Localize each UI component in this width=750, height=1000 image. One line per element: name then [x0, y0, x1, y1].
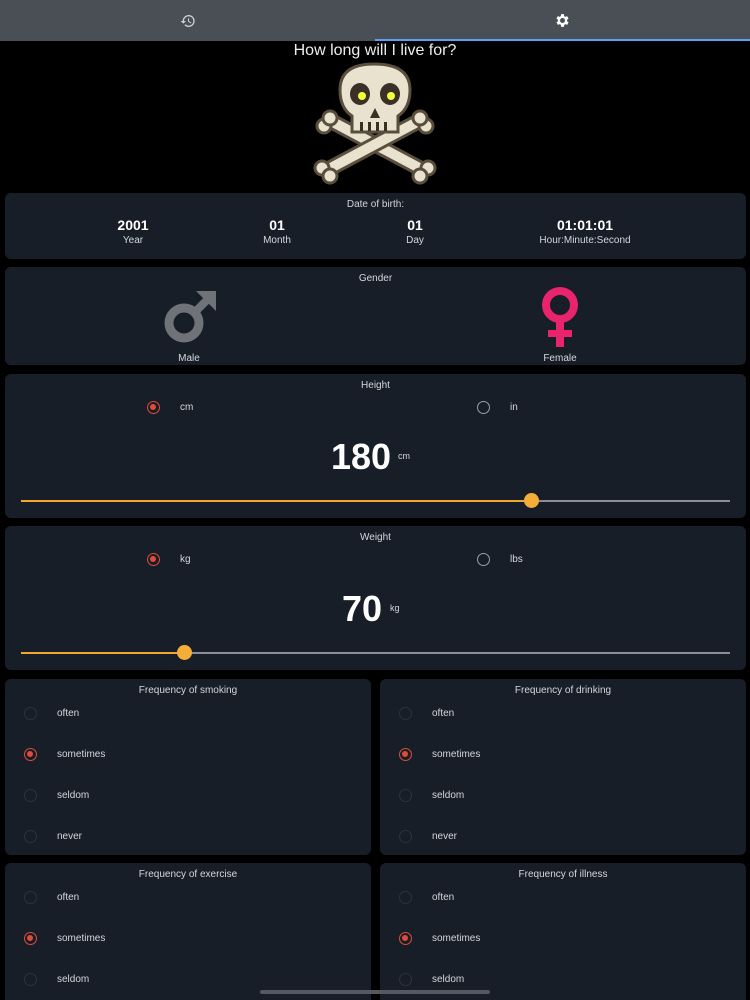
- weight-value: 70: [342, 588, 383, 629]
- dob-title: Date of birth:: [346, 199, 405, 210]
- smoking-title: Frequency of smoking: [138, 685, 238, 696]
- dob-month[interactable]: 01 Month: [263, 217, 291, 246]
- height-unit-label: cm: [398, 451, 410, 461]
- dob-day[interactable]: 01 Day: [406, 217, 424, 246]
- height-slider-thumb[interactable]: [524, 493, 540, 508]
- smoking-option-never-radio[interactable]: [24, 830, 37, 843]
- smoking-option-seldom-radio[interactable]: [24, 789, 37, 802]
- smoking-card: Frequency of smoking often sometimes seldo…: [5, 679, 371, 855]
- weight-unit-lbs-label: lbs: [510, 554, 523, 565]
- drinking-title: Frequency of drinking: [514, 685, 612, 696]
- drinking-option-never-label: never: [432, 831, 458, 842]
- smoking-option-seldom-label: seldom: [57, 790, 90, 801]
- height-unit-cm-radio[interactable]: [147, 401, 160, 414]
- history-icon: [180, 14, 195, 27]
- exercise-option-sometimes-label: sometimes: [57, 933, 106, 944]
- drinking-option-often-label: often: [432, 708, 455, 719]
- skull-crossbones-icon: [313, 62, 437, 185]
- dob-day-value: 01: [407, 217, 423, 233]
- smoking-option-often-label: often: [57, 708, 80, 719]
- exercise-option-sometimes-radio[interactable]: [24, 932, 37, 945]
- exercise-option-seldom-label: seldom: [57, 974, 90, 985]
- exercise-option-seldom-radio[interactable]: [24, 973, 37, 986]
- drinking-option-often-radio[interactable]: [399, 707, 412, 720]
- dob-month-value: 01: [269, 217, 285, 233]
- gender-female-option[interactable]: Female: [525, 285, 595, 364]
- drinking-option-never-radio[interactable]: [399, 830, 412, 843]
- height-title: Height: [361, 380, 390, 391]
- weight-card: Weight kg lbs 70 kg: [5, 526, 746, 670]
- drinking-option-seldom-label: seldom: [432, 790, 465, 801]
- illness-option-seldom-radio[interactable]: [399, 973, 412, 986]
- dob-year[interactable]: 2001 Year: [117, 217, 148, 246]
- dob-time-label: Hour:Minute:Second: [539, 235, 631, 246]
- gender-card: Gender Male Female: [5, 267, 746, 365]
- gender-male-option[interactable]: Male: [155, 285, 225, 364]
- tab-history[interactable]: [0, 0, 375, 41]
- drinking-option-seldom-radio[interactable]: [399, 789, 412, 802]
- home-indicator[interactable]: [260, 990, 490, 994]
- smoking-option-often-radio[interactable]: [24, 707, 37, 720]
- male-symbol-icon: [164, 291, 216, 343]
- weight-title: Weight: [360, 532, 391, 543]
- illness-option-sometimes-label: sometimes: [432, 933, 481, 944]
- drinking-card: Frequency of drinking often sometimes seld…: [380, 679, 746, 855]
- illness-title: Frequency of illness: [518, 869, 608, 880]
- illness-option-often-label: often: [432, 892, 455, 903]
- tab-bar: [0, 0, 750, 41]
- height-unit-in-label: in: [510, 402, 518, 413]
- weight-slider[interactable]: [21, 645, 730, 660]
- illness-option-seldom-label: seldom: [432, 974, 465, 985]
- exercise-option-often-label: often: [57, 892, 80, 903]
- tab-settings[interactable]: [375, 0, 750, 41]
- dob-day-label: Day: [406, 235, 424, 246]
- gear-icon: [556, 14, 569, 27]
- female-symbol-icon: [542, 287, 578, 347]
- gender-female-label: Female: [543, 353, 577, 364]
- weight-unit-lbs-radio[interactable]: [477, 553, 490, 566]
- weight-slider-fill: [21, 652, 185, 654]
- weight-unit-label: kg: [390, 603, 400, 613]
- exercise-card: Frequency of exercise often sometimes seld…: [5, 863, 371, 1000]
- height-slider-fill: [21, 500, 532, 502]
- smoking-option-sometimes-label: sometimes: [57, 749, 106, 760]
- height-slider[interactable]: [21, 493, 730, 508]
- dob-month-label: Month: [263, 235, 291, 246]
- dob-year-label: Year: [122, 235, 144, 246]
- smoking-option-never-label: never: [57, 831, 83, 842]
- exercise-option-often-radio[interactable]: [24, 891, 37, 904]
- dob-time[interactable]: 01:01:01 Hour:Minute:Second: [539, 217, 630, 246]
- weight-unit-kg-label: kg: [180, 554, 191, 565]
- gender-male-label: Male: [178, 353, 200, 364]
- dob-year-value: 2001: [117, 217, 149, 233]
- height-unit-in-radio[interactable]: [477, 401, 490, 414]
- height-value: 180: [331, 436, 392, 477]
- gender-title: Gender: [358, 273, 393, 284]
- dob-card: Date of birth: 2001 Year 01 Month 01 Day…: [5, 193, 746, 259]
- dob-time-value: 01:01:01: [556, 217, 614, 233]
- height-card: Height cm in 180 cm: [5, 374, 746, 518]
- weight-unit-kg-radio[interactable]: [147, 553, 160, 566]
- illness-card: Frequency of illness often sometimes seldo…: [380, 863, 746, 1000]
- weight-slider-thumb[interactable]: [177, 645, 193, 660]
- height-unit-cm-label: cm: [180, 402, 194, 413]
- illness-option-often-radio[interactable]: [399, 891, 412, 904]
- exercise-title: Frequency of exercise: [138, 869, 238, 880]
- drinking-option-sometimes-radio[interactable]: [399, 748, 412, 761]
- illness-option-sometimes-radio[interactable]: [399, 932, 412, 945]
- drinking-option-sometimes-label: sometimes: [432, 749, 481, 760]
- smoking-option-sometimes-radio[interactable]: [24, 748, 37, 761]
- page-title: How long will I live for?: [293, 42, 457, 59]
